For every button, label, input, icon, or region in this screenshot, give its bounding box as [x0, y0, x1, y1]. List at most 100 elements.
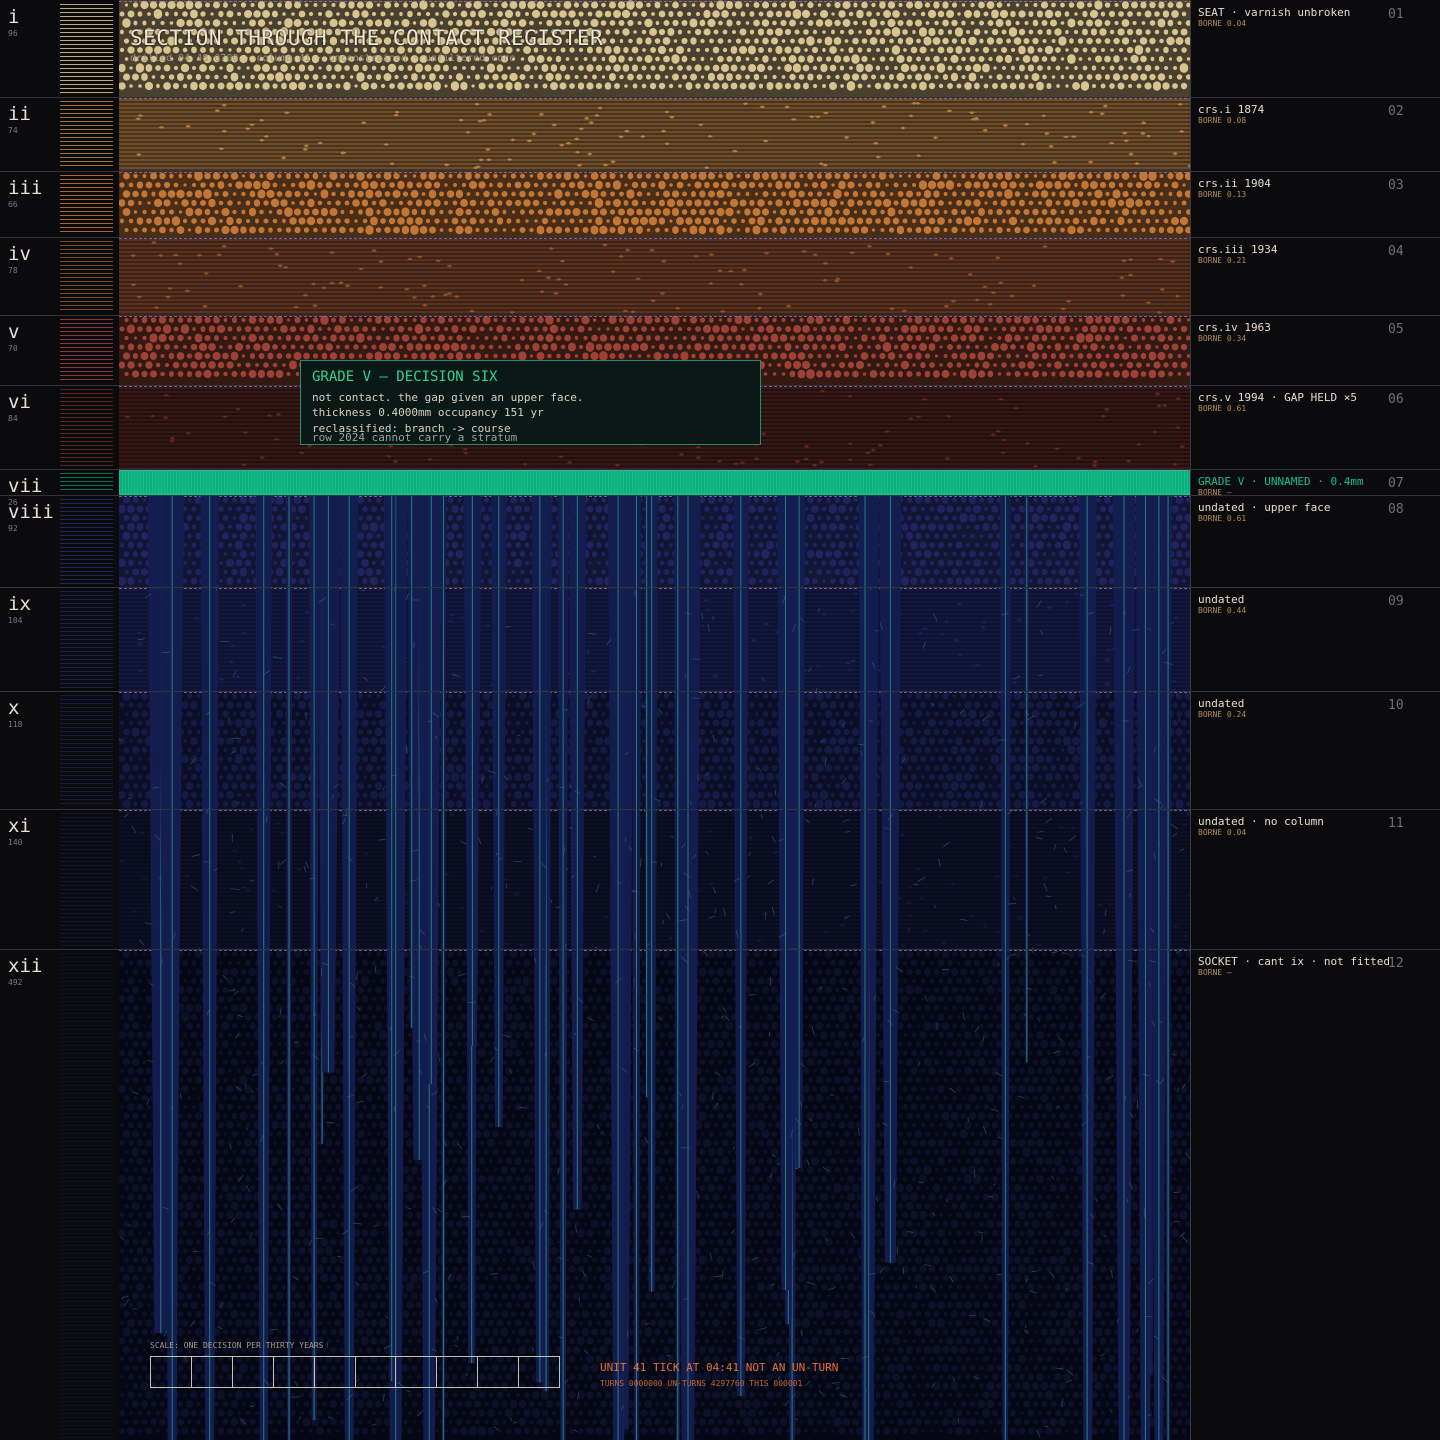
stratum-iv [119, 237, 1190, 315]
stratum-tick [60, 627, 113, 628]
stratum-tick [60, 413, 113, 414]
stratum-tick [60, 833, 113, 834]
row-divider [0, 691, 1440, 692]
stratum-tick [60, 191, 113, 192]
stratum-tick [60, 531, 113, 532]
stratum-tick [60, 639, 113, 640]
scale-cell [437, 1357, 478, 1387]
stratum-tick [60, 1161, 113, 1162]
stratum-tick [60, 355, 113, 356]
stratum-tick [60, 933, 113, 934]
scale-cell [396, 1357, 437, 1387]
stratum-tick [60, 857, 113, 858]
row-divider [0, 495, 1440, 496]
stratum-tick [60, 1137, 113, 1138]
row-count: 104 [8, 617, 22, 625]
row-divider [0, 315, 1440, 316]
stratum-tick [60, 1309, 113, 1310]
stratum-tick [60, 1217, 113, 1218]
stratum-tick [60, 319, 113, 320]
stratum-tick [60, 1261, 113, 1262]
stratum-tick [60, 821, 113, 822]
stratum-tick [60, 339, 113, 340]
stratum-tick [60, 925, 113, 926]
stratum-tick [60, 425, 113, 426]
stratum-tick [60, 1177, 113, 1178]
stratum-tick [60, 945, 113, 946]
stratum-tick [60, 133, 113, 134]
stratum-tick [60, 1393, 113, 1394]
callout-line: not contact. the gap given an upper face… [312, 391, 584, 404]
stratum-tick [60, 117, 113, 118]
stratum-tick [60, 1185, 113, 1186]
row-count: 78 [8, 267, 18, 275]
stratum-tick [60, 60, 113, 61]
stratum-tick [60, 157, 113, 158]
stratum-tick [60, 293, 113, 294]
stratum-tick [60, 969, 113, 970]
stratum-tick [60, 881, 113, 882]
stratum-tick [60, 849, 113, 850]
row-count: 70 [8, 345, 18, 353]
stratum-tick [60, 389, 113, 390]
row-note: SEAT · varnish unbroken [1198, 7, 1350, 18]
row-numeral: iv [8, 245, 31, 264]
stratum-tick [60, 643, 113, 644]
stratum-tick [60, 433, 113, 434]
stratum-tick [60, 343, 113, 344]
stratum-tick [60, 997, 113, 998]
stratum-tick [60, 195, 113, 196]
stratum-tick [60, 1013, 113, 1014]
stratum-tick [60, 347, 113, 348]
stratum-tick [60, 711, 113, 712]
stratum-tick [60, 273, 113, 274]
scale-cell [233, 1357, 274, 1387]
stratum-tick [60, 265, 113, 266]
stratum-tick [60, 1089, 113, 1090]
row-borne: BORNE 0.08 [1198, 117, 1246, 125]
row-divider [0, 949, 1440, 950]
stratum-tick [60, 327, 113, 328]
stratum-tick [60, 397, 113, 398]
row-numeral: vi [8, 393, 31, 412]
stratum-tick [60, 579, 113, 580]
stratum-tick [60, 619, 113, 620]
stratum-tick [60, 141, 113, 142]
stratum-tick [60, 1389, 113, 1390]
row-index: 12 [1388, 957, 1404, 970]
stratum-tick [60, 1117, 113, 1118]
stratum-tick [60, 1361, 113, 1362]
stratum-tick [60, 301, 113, 302]
stratum-tick [60, 519, 113, 520]
stratum-tick [60, 297, 113, 298]
stratum-tick [60, 453, 113, 454]
stratum-tick [60, 1433, 113, 1434]
row-note: undated · no column [1198, 816, 1324, 827]
stratum-tick [60, 1125, 113, 1126]
stratum-tick [60, 457, 113, 458]
stratum-tick [60, 743, 113, 744]
stratum-tick [60, 1061, 113, 1062]
stratum-tick [60, 1365, 113, 1366]
stratum-tick [60, 1213, 113, 1214]
stratum-tick [60, 429, 113, 430]
stratum-tick [60, 1357, 113, 1358]
stratum-tick [60, 1189, 113, 1190]
stratum-tick [60, 595, 113, 596]
row-divider [0, 809, 1440, 810]
stratum-tick [60, 921, 113, 922]
stratum-tick [60, 76, 113, 77]
row-numeral: i [8, 8, 19, 27]
stratum-tick [60, 559, 113, 560]
row-divider [0, 587, 1440, 588]
stratum-tick [60, 655, 113, 656]
row-index: 05 [1388, 323, 1404, 336]
stratum-tick [60, 24, 113, 25]
stratum-tick [60, 1109, 113, 1110]
stratum-tick [60, 965, 113, 966]
stratum-tick [60, 1385, 113, 1386]
row-numeral: ix [8, 595, 31, 614]
stratum-tick [60, 16, 113, 17]
stratum-tick [60, 1369, 113, 1370]
section-panel [119, 0, 1190, 1440]
